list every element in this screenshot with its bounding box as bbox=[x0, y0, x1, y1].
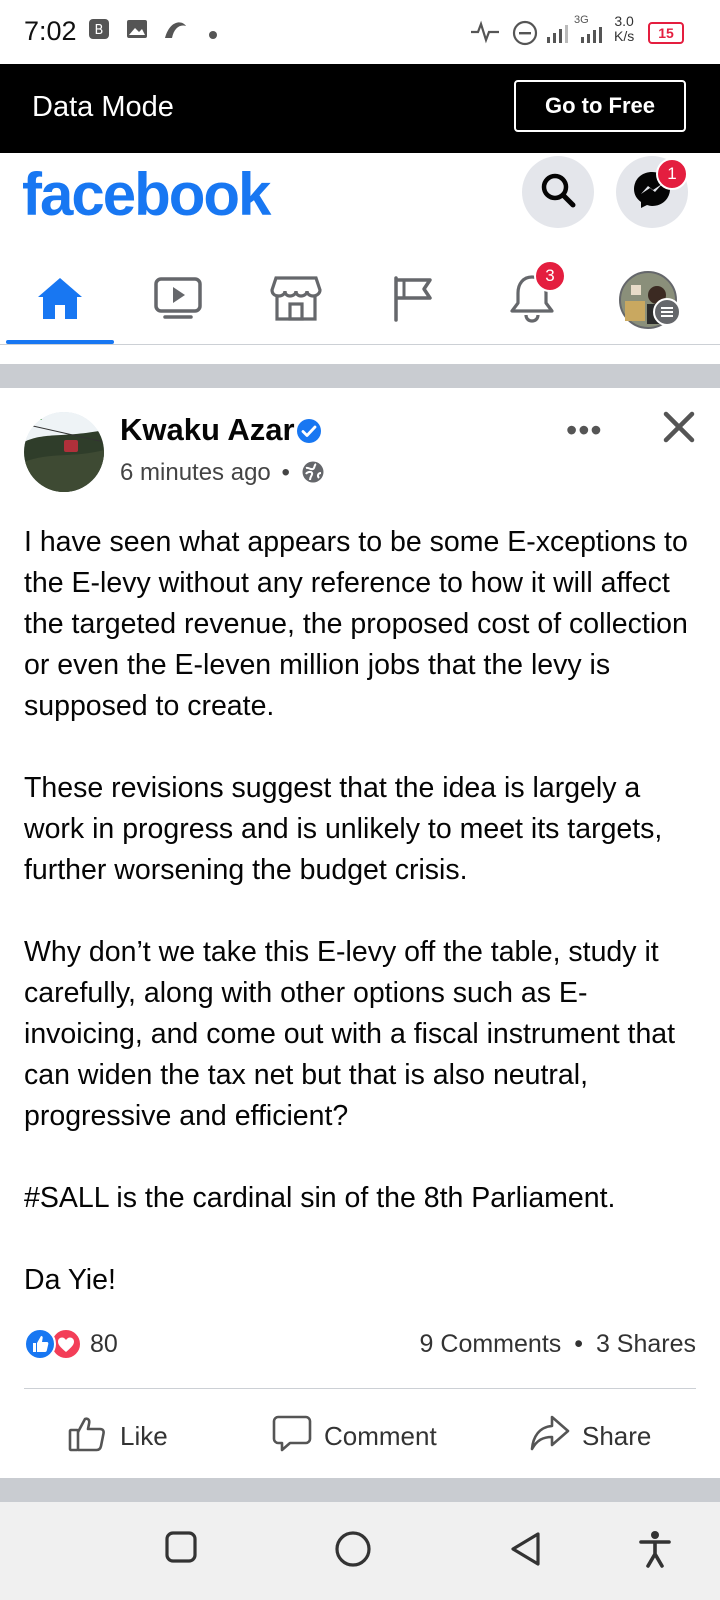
post-time-text[interactable]: 6 minutes ago bbox=[120, 459, 271, 486]
accessibility-icon bbox=[639, 1531, 671, 1568]
gallery-icon bbox=[126, 18, 148, 45]
post-timestamp: 6 minutes ago • bbox=[120, 459, 325, 491]
net-speed-value: 3.0 bbox=[614, 13, 634, 29]
post-author-name[interactable]: Kwaku Azar bbox=[120, 412, 295, 448]
app-notification-icon-2 bbox=[162, 18, 188, 47]
tab-watch[interactable] bbox=[118, 256, 238, 344]
tab-marketplace[interactable] bbox=[236, 256, 356, 344]
post-time-separator: • bbox=[281, 459, 290, 486]
battery-indicator: 15 bbox=[648, 22, 684, 44]
comments-count[interactable]: 9 Comments bbox=[420, 1330, 562, 1358]
home-button[interactable] bbox=[334, 1530, 372, 1573]
profile-avatar bbox=[619, 271, 681, 329]
action-divider bbox=[24, 1388, 696, 1389]
data-mode-bar: Data Mode Go to Free bbox=[0, 64, 720, 153]
share-label: Share bbox=[582, 1420, 652, 1451]
back-triangle-icon bbox=[511, 1532, 540, 1566]
signal-icon-2 bbox=[580, 26, 604, 49]
system-nav-bar bbox=[0, 1502, 720, 1600]
comment-icon bbox=[272, 1413, 324, 1460]
feed-separator bbox=[0, 364, 720, 388]
go-to-free-button[interactable]: Go to Free bbox=[514, 80, 686, 132]
marketplace-icon bbox=[270, 274, 322, 327]
like-label: Like bbox=[120, 1420, 168, 1451]
search-button[interactable] bbox=[522, 156, 594, 228]
shares-count[interactable]: 3 Shares bbox=[596, 1330, 696, 1358]
home-icon bbox=[35, 275, 85, 326]
globe-icon bbox=[301, 460, 325, 491]
data-mode-title: Data Mode bbox=[32, 91, 174, 123]
share-button[interactable]: Share bbox=[530, 1410, 651, 1462]
network-type-label: 3G bbox=[574, 14, 589, 26]
post-body: I have seen what appears to be some E-xc… bbox=[24, 522, 700, 1342]
svg-text:B: B bbox=[95, 23, 104, 38]
status-time: 7:02 bbox=[24, 16, 77, 46]
square-icon bbox=[165, 1531, 197, 1563]
flag-icon bbox=[390, 274, 438, 327]
dot-icon bbox=[208, 27, 218, 45]
thumbs-up-icon bbox=[68, 1413, 120, 1460]
signal-icon bbox=[546, 22, 570, 49]
app-notification-icon: B bbox=[88, 18, 110, 45]
accessibility-button[interactable] bbox=[638, 1530, 672, 1573]
tab-home[interactable] bbox=[0, 256, 120, 344]
back-button[interactable] bbox=[508, 1530, 544, 1573]
engagement-meta: 9 Comments • 3 Shares bbox=[420, 1330, 696, 1359]
close-icon bbox=[663, 411, 695, 443]
circle-icon bbox=[335, 1531, 371, 1567]
notifications-badge: 3 bbox=[534, 260, 566, 292]
post-more-options-button[interactable]: ••• bbox=[566, 412, 603, 449]
video-icon bbox=[153, 275, 203, 326]
post-hide-button[interactable] bbox=[662, 410, 696, 449]
net-speed-unit: K/s bbox=[614, 28, 635, 44]
status-bar: 7:02 B 3G 3.0 K/s 15 bbox=[0, 0, 720, 64]
comment-label: Comment bbox=[324, 1420, 437, 1451]
facebook-logo[interactable]: facebook bbox=[22, 160, 271, 229]
recents-button[interactable] bbox=[164, 1530, 198, 1569]
meta-separator: • bbox=[574, 1330, 583, 1358]
share-icon bbox=[530, 1413, 582, 1460]
search-icon bbox=[538, 170, 578, 215]
feed-separator-bottom bbox=[0, 1478, 720, 1502]
author-avatar[interactable] bbox=[24, 412, 104, 492]
reaction-count: 80 bbox=[90, 1329, 118, 1358]
like-reaction-icon bbox=[24, 1328, 56, 1360]
verified-badge-icon bbox=[296, 418, 322, 449]
like-button[interactable]: Like bbox=[68, 1410, 168, 1462]
net-speed: 3.0 K/s bbox=[614, 14, 634, 44]
dnd-icon bbox=[512, 20, 538, 51]
menu-icon bbox=[653, 298, 681, 331]
post-paragraph: Why don’t we take this E-levy off the ta… bbox=[24, 936, 676, 1132]
tab-notifications[interactable] bbox=[472, 256, 592, 344]
tab-pages[interactable] bbox=[354, 256, 474, 344]
post-paragraph: These revisions suggest that the idea is… bbox=[24, 772, 663, 886]
post-paragraph: #SALL is the cardinal sin of the 8th Par… bbox=[24, 1182, 616, 1214]
reactions-summary[interactable]: 80 bbox=[24, 1326, 118, 1362]
main-nav: 3 bbox=[0, 256, 720, 345]
post-paragraph: Da Yie! bbox=[24, 1264, 116, 1296]
comment-button[interactable]: Comment bbox=[272, 1410, 437, 1462]
active-tab-indicator bbox=[6, 340, 114, 344]
tab-menu[interactable] bbox=[588, 256, 708, 344]
post-paragraph: I have seen what appears to be some E-xc… bbox=[24, 526, 688, 722]
messenger-badge: 1 bbox=[656, 158, 688, 190]
activity-icon bbox=[470, 20, 500, 49]
